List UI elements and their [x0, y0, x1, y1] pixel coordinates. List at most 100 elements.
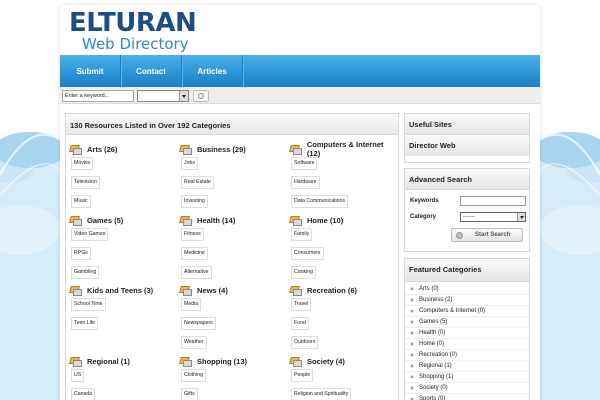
category-label: Category: [410, 214, 437, 220]
featured-category-item[interactable]: Arts (0): [405, 284, 529, 295]
subcategory-link[interactable]: Medicine: [181, 247, 208, 260]
subcategory-link[interactable]: Television: [71, 176, 100, 189]
subcategory-link[interactable]: Cooking: [291, 266, 317, 279]
subcategory-link[interactable]: Gifts: [181, 388, 198, 400]
keywords-label: Keywords: [410, 198, 439, 204]
featured-category-item[interactable]: Games (5): [405, 317, 529, 328]
subcategory-link[interactable]: Outdoors: [291, 336, 319, 349]
site-logo[interactable]: ELTURAN Web Directory: [69, 8, 197, 53]
featured-category-item[interactable]: Home (0): [405, 339, 529, 350]
featured-category-label: Health (0): [419, 330, 446, 336]
arrow-right-icon: [411, 298, 414, 302]
subcategory-link[interactable]: Media: [181, 298, 202, 311]
subcategory-link[interactable]: Clothing: [181, 369, 207, 382]
category-title[interactable]: Computers & Internet (12): [307, 140, 398, 158]
subcategory-link[interactable]: Travel: [291, 298, 312, 311]
featured-category-label: Recreation (0): [419, 352, 458, 358]
category-games: Games (5) Video Games RPGs Gambling: [70, 215, 178, 279]
featured-category-label: Business (2): [419, 297, 453, 303]
subcategory-link[interactable]: Teen Life: [71, 317, 99, 330]
subcategory-link[interactable]: Alternative: [181, 266, 212, 279]
arrow-right-icon: [411, 375, 414, 379]
featured-category-label: Arts (0): [419, 286, 439, 292]
useful-sites-box: Useful Sites Director Web: [404, 113, 530, 163]
subcategory-link[interactable]: Movies: [71, 157, 94, 170]
subcategory-link[interactable]: Investing: [181, 195, 208, 208]
category-title[interactable]: News (4): [197, 286, 228, 295]
main-nav: Submit Contact Articles: [60, 55, 540, 87]
gear-icon: [456, 231, 463, 239]
subcategory-link[interactable]: School Time: [71, 298, 106, 311]
category-title[interactable]: Society (4): [307, 357, 345, 366]
folder-icon: [290, 216, 302, 226]
search-category-select[interactable]: [137, 90, 189, 102]
nav-submit[interactable]: Submit: [60, 55, 121, 87]
category-title[interactable]: Health (14): [197, 216, 235, 225]
subcategory-link[interactable]: Consumers: [291, 247, 324, 260]
subcategory-link[interactable]: Jobs: [181, 157, 198, 170]
arrow-right-icon: [411, 386, 414, 390]
subcategory-link[interactable]: Video Games: [71, 228, 109, 241]
subcategory-link[interactable]: People: [291, 369, 314, 382]
category-computers: Computers & Internet (12) Software Hardw…: [290, 140, 398, 208]
chevron-down-icon: [517, 213, 525, 221]
useful-sites-heading: Useful Sites: [405, 114, 529, 135]
keywords-input[interactable]: [460, 196, 526, 206]
featured-category-item[interactable]: Shopping (1): [405, 372, 529, 383]
search-button[interactable]: [193, 90, 209, 102]
subcategory-link[interactable]: Family: [291, 228, 313, 241]
subcategory-link[interactable]: Data Communications: [291, 195, 349, 208]
subcategory-link[interactable]: Weather: [181, 336, 207, 349]
featured-category-item[interactable]: Computers & Internet (0): [405, 306, 529, 317]
category-select[interactable]: -------: [460, 212, 526, 222]
category-business: Business (29) Jobs Real Estate Investing: [180, 144, 288, 208]
category-title[interactable]: Regional (1): [87, 357, 130, 366]
search-input[interactable]: [62, 90, 134, 102]
subcategory-link[interactable]: US: [71, 369, 85, 382]
subcategory-link[interactable]: Hardware: [291, 176, 320, 189]
category-title[interactable]: Arts (26): [87, 145, 117, 154]
nav-contact[interactable]: Contact: [121, 55, 182, 87]
subcategory-link[interactable]: RPGs: [71, 247, 91, 260]
director-web-link[interactable]: Director Web: [405, 135, 529, 156]
subcategory-link[interactable]: Newspapers: [181, 317, 216, 330]
featured-category-item[interactable]: Health (0): [405, 328, 529, 339]
category-title[interactable]: Business (29): [197, 145, 246, 154]
featured-category-item[interactable]: Business (2): [405, 295, 529, 306]
subcategory-link[interactable]: Fitness: [181, 228, 204, 241]
subcategory-link[interactable]: Canada: [71, 388, 96, 400]
featured-category-item[interactable]: Recreation (0): [405, 350, 529, 361]
folder-icon: [180, 145, 192, 155]
category-title[interactable]: Shopping (13): [197, 357, 247, 366]
featured-categories-heading: Featured Categories: [405, 259, 529, 282]
category-arts: Arts (26) Movies Television Music: [70, 144, 178, 208]
subcategory-link[interactable]: Software: [291, 157, 318, 170]
folder-icon: [70, 286, 82, 296]
category-title[interactable]: Games (5): [87, 216, 123, 225]
category-recreation: Recreation (6) Travel Food Outdoors: [290, 285, 398, 349]
subcategory-link[interactable]: Gambling: [71, 266, 100, 279]
subcategory-link[interactable]: Religion and Spirituality: [291, 388, 352, 400]
subcategory-link[interactable]: Music: [71, 195, 91, 208]
start-search-label: Start Search: [475, 232, 511, 238]
category-panel-heading: 130 Resources Listed in Over 192 Categor…: [66, 114, 398, 135]
featured-category-label: Shopping (1): [419, 374, 454, 380]
logo-title: ELTURAN: [69, 8, 197, 38]
featured-category-item[interactable]: Regional (1): [405, 361, 529, 372]
subcategory-link[interactable]: Real Estate: [181, 176, 214, 189]
arrow-right-icon: [411, 353, 414, 357]
nav-articles[interactable]: Articles: [182, 55, 243, 87]
start-search-button[interactable]: Start Search: [451, 228, 523, 242]
category-title[interactable]: Home (10): [307, 216, 343, 225]
featured-category-item[interactable]: Society (0): [405, 383, 529, 394]
featured-category-label: Sports (0): [419, 396, 446, 400]
logo-subtitle: Web Directory: [82, 35, 189, 53]
chevron-down-icon: [179, 91, 188, 101]
category-title[interactable]: Recreation (6): [307, 286, 357, 295]
subcategory-link[interactable]: Food: [291, 317, 309, 330]
category-panel: 130 Resources Listed in Over 192 Categor…: [65, 113, 399, 400]
folder-icon: [290, 145, 302, 155]
featured-category-label: Computers & Internet (0): [419, 308, 486, 314]
category-title[interactable]: Kids and Teens (3): [87, 286, 153, 295]
featured-category-item[interactable]: Sports (0): [405, 394, 529, 400]
